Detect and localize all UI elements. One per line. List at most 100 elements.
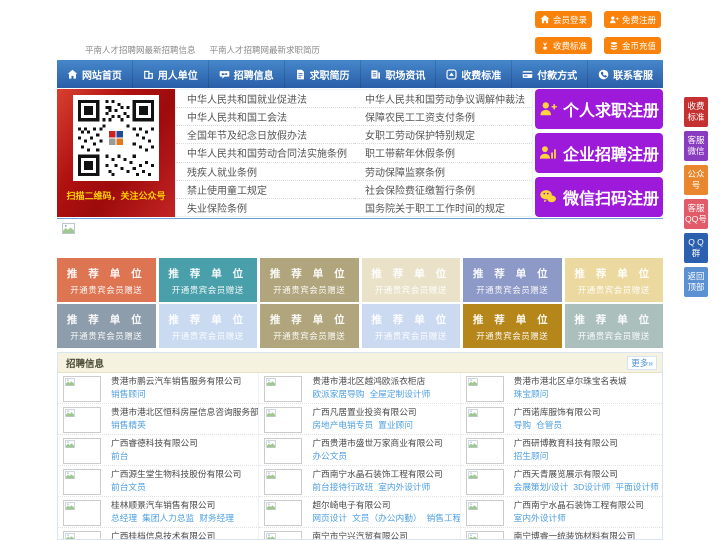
position-link[interactable]: 置业顾问 [378, 419, 413, 431]
position-link[interactable]: 销售工程师 [427, 512, 460, 524]
position-link[interactable]: 平面设计师 [615, 481, 658, 493]
company-link[interactable]: 南宁市宁兴汽贸有限公司 [312, 530, 426, 539]
position-link[interactable]: 前台文员 [111, 481, 146, 493]
nav-item-8[interactable]: 联系客服 [588, 60, 663, 88]
law-link[interactable]: 残疾人就业条例 [176, 163, 354, 181]
top-button-3[interactable]: 收费标准 [535, 37, 592, 54]
company-link[interactable]: 南宁博睿一统装饰材料有限公司 [514, 530, 636, 539]
position-link[interactable]: 珠宝顾问 [514, 388, 549, 400]
promo-block[interactable]: 推 荐 单 位开通贵宾会员赠送 [57, 258, 156, 302]
promo-block[interactable]: 推 荐 单 位开通贵宾会员赠送 [260, 304, 359, 348]
company-link[interactable]: 广西天青展览展示有限公司 [514, 468, 659, 481]
company-link[interactable]: 桂林顺景汽车销售有限公司 [111, 499, 234, 512]
company-link[interactable]: 贵港市港北区卓尔珠宝名表城 [514, 375, 627, 388]
promo-block[interactable]: 推 荐 单 位开通贵宾会员赠送 [361, 304, 460, 348]
position-link[interactable]: 3D设计师 [573, 481, 610, 493]
company-link[interactable]: 广西凡居置业投资有限公司 [312, 406, 416, 419]
promo-block[interactable]: 推 荐 单 位开通贵宾会员赠送 [158, 258, 257, 302]
nav-item-6[interactable]: 收费标准 [436, 60, 513, 88]
position-link[interactable]: 前台接待行政班 [312, 481, 373, 493]
nav-item-3[interactable]: 招聘信息 [209, 60, 285, 88]
position-link[interactable]: 总经理 [111, 512, 137, 524]
promo-block[interactable]: 推 荐 单 位开通贵宾会员赠送 [57, 304, 156, 348]
company-link[interactable]: 广西睿德科技有限公司 [111, 437, 198, 450]
nav-item-5[interactable]: 职场资讯 [361, 60, 437, 88]
company-link[interactable]: 贵港市鹏云汽车销售服务有限公司 [111, 375, 241, 388]
promo-block[interactable]: 推 荐 单 位开通贵宾会员赠送 [463, 304, 562, 348]
law-link[interactable]: 劳动保障监察条例 [354, 163, 532, 181]
top-button-1[interactable]: 会员登录 [535, 11, 592, 28]
promo-block[interactable]: 推 荐 单 位开通贵宾会员赠送 [260, 258, 359, 302]
position-link[interactable]: 全屋定制设计师 [369, 388, 430, 400]
promo-block-title: 推 荐 单 位 [66, 268, 146, 280]
promo-block[interactable]: 推 荐 单 位开通贵宾会员赠送 [463, 258, 562, 302]
company-link[interactable]: 广西源生堂生物科技股份有限公司 [111, 468, 241, 481]
register-button-3[interactable]: 微信扫码注册 [535, 177, 663, 217]
law-link[interactable]: 中华人民共和国就业促进法 [176, 90, 354, 109]
law-link[interactable]: 全国年节及纪念日放假办法 [176, 126, 354, 145]
company-link[interactable]: 贵港市港北区恒科房屋信息咨询服务部 [111, 406, 258, 419]
law-link[interactable]: 中华人民共和国劳动合同法实施条例 [176, 144, 354, 163]
law-link[interactable]: 中华人民共和国劳动争议调解仲裁法 [354, 90, 532, 109]
position-link[interactable]: 办公文员 [312, 450, 347, 462]
position-link[interactable]: 仓管员 [536, 419, 562, 431]
position-link[interactable]: 室内外设计师 [514, 512, 566, 524]
law-link[interactable]: 社会保险费征缴暂行条例 [354, 181, 532, 199]
law-link[interactable]: 保障农民工工资支付条例 [354, 108, 532, 127]
position-link[interactable]: 导购 [514, 419, 531, 431]
quick-link-1[interactable]: 平南人才招聘网最新招聘信息 [85, 44, 196, 56]
register-button-2[interactable]: 企业招聘注册 [535, 133, 663, 173]
law-link[interactable]: 禁止使用童工规定 [176, 181, 354, 199]
position-link[interactable]: 前台 [111, 450, 128, 462]
promo-block-title: 推 荐 单 位 [371, 268, 451, 280]
nav-item-7[interactable]: 付款方式 [512, 60, 589, 88]
law-link[interactable]: 失业保险条例 [176, 199, 354, 216]
law-link[interactable]: 职工带薪年休假条例 [354, 144, 532, 163]
job-logo-placeholder [264, 531, 303, 539]
position-link[interactable]: 销售精英 [111, 419, 146, 431]
promo-block[interactable]: 推 荐 单 位开通贵宾会员赠送 [158, 304, 257, 348]
job-item: 广西凡居置业投资有限公司 房地产电销专员 置业顾问 [259, 404, 461, 435]
company-link[interactable]: 超尔崎电子有限公司 [312, 499, 456, 512]
company-link[interactable]: 广西贵港市盛世万家商业有限公司 [312, 437, 442, 450]
nav-item-1[interactable]: 网站首页 [57, 60, 133, 88]
company-link[interactable]: 广西南宁水晶石装饰工程有限公司 [312, 468, 442, 481]
side-tab-6[interactable]: 返回 顶部 [684, 267, 708, 297]
nav-item-4[interactable]: 求职简历 [285, 60, 361, 88]
promo-block[interactable]: 推 荐 单 位开通贵宾会员赠送 [564, 304, 663, 348]
company-link[interactable]: 广西研博教育科技有限公司 [514, 437, 618, 450]
jobs-more-link[interactable]: 更多» [627, 356, 657, 370]
nav-item-2[interactable]: 用人单位 [133, 60, 209, 88]
position-link[interactable]: 室内外设计师 [378, 481, 430, 493]
side-tab-1[interactable]: 收费 标准 [684, 97, 708, 127]
company-link[interactable]: 贵港市港北区越鸿欧派衣柜店 [312, 375, 430, 388]
promo-block[interactable]: 推 荐 单 位开通贵宾会员赠送 [361, 258, 460, 302]
side-tab-4[interactable]: 客服 QQ号 [684, 199, 708, 229]
position-link[interactable]: 会展策划/设计 [514, 481, 569, 493]
position-link[interactable]: 财务经理 [199, 512, 234, 524]
position-link[interactable]: 集团人力总监 [142, 512, 194, 524]
register-button-1[interactable]: 个人求职注册 [535, 89, 663, 129]
promo-block-title: 推 荐 单 位 [472, 314, 552, 326]
side-tab-3[interactable]: 公众号 [684, 165, 708, 195]
promo-block[interactable]: 推 荐 单 位开通贵宾会员赠送 [564, 258, 663, 302]
position-link[interactable]: 网页设计 [312, 512, 347, 524]
position-link[interactable]: 文员（办公内勤） [352, 512, 422, 524]
top-button-4[interactable]: 金币充值 [604, 37, 661, 54]
position-link[interactable]: 房地产电销专员 [312, 419, 373, 431]
broken-image-icon [467, 378, 478, 386]
law-link[interactable]: 中华人民共和国工会法 [176, 108, 354, 127]
law-link[interactable]: 国务院关于职工工作时间的规定 [354, 199, 532, 216]
position-link[interactable]: 销售顾问 [111, 388, 146, 400]
law-link[interactable]: 女职工劳动保护特别规定 [354, 126, 532, 145]
position-link[interactable]: 欧派家居导购 [312, 388, 364, 400]
nav-item-label: 网站首页 [81, 70, 122, 82]
side-tab-2[interactable]: 客服 微信 [684, 131, 708, 161]
position-link[interactable]: 招生顾问 [514, 450, 549, 462]
company-link[interactable]: 广西南宁水晶石装饰工程有限公司 [514, 499, 644, 512]
quick-link-2[interactable]: 平南人才招聘网最新求职简历 [210, 44, 321, 56]
side-tab-5[interactable]: Q Q群 [684, 233, 708, 263]
top-button-2[interactable]: 免费注册 [604, 11, 661, 28]
company-link[interactable]: 广西诺库服饰有限公司 [514, 406, 601, 419]
company-link[interactable]: 广西桂档信息技术有限公司 [111, 530, 215, 539]
